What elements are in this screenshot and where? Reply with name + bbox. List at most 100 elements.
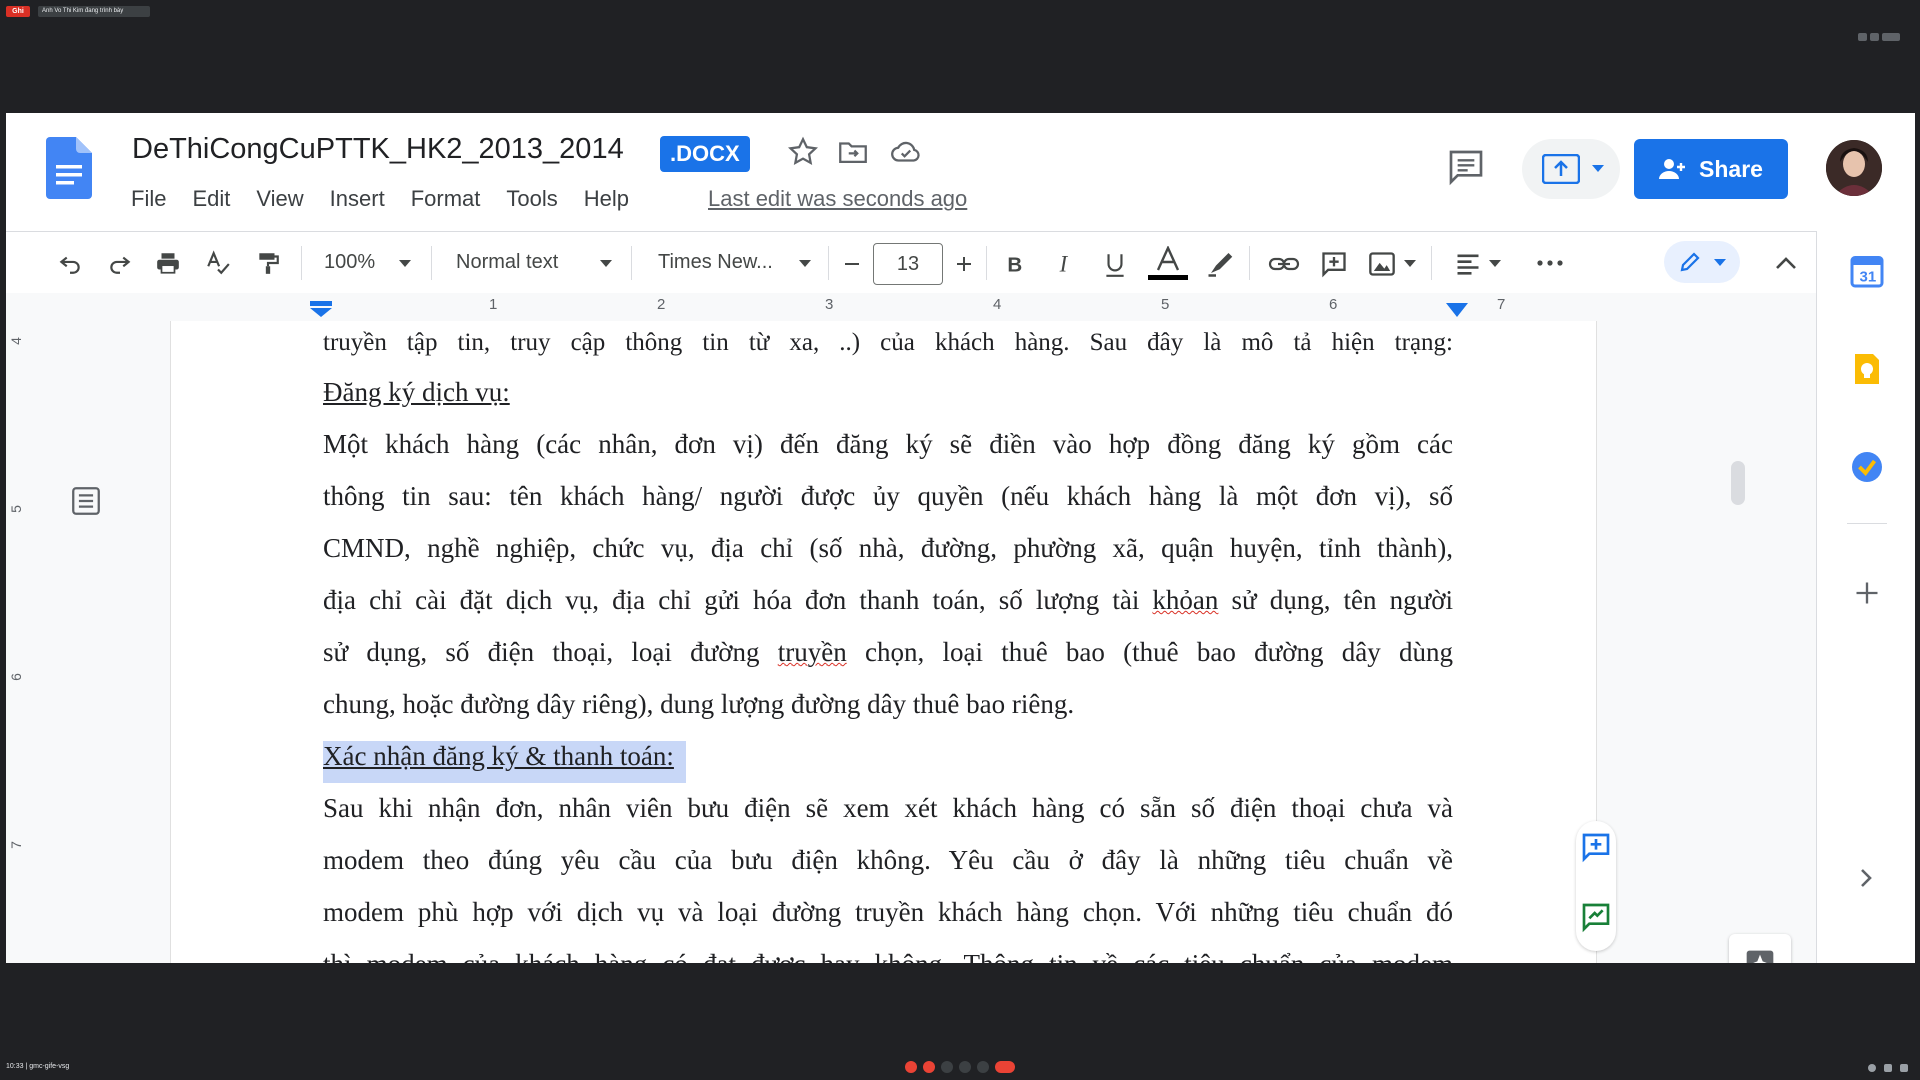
present-screen-icon[interactable] — [959, 1061, 971, 1073]
spellcheck-icon[interactable] — [204, 250, 232, 276]
font-select[interactable]: Times New... — [658, 251, 773, 274]
toolbar-separator — [1431, 246, 1432, 280]
menu-format[interactable]: Format — [411, 186, 481, 216]
paragraph-line[interactable]: modem theo đúng yêu cầu của bưu điện khô… — [323, 845, 1453, 876]
highlight-color-icon[interactable] — [1206, 248, 1236, 278]
italic-icon[interactable]: I — [1052, 251, 1078, 277]
keep-icon[interactable] — [1849, 351, 1885, 387]
paragraph-line[interactable]: địa chỉ cài đặt dịch vụ, địa chỉ gửi hóa… — [323, 585, 1453, 616]
vertical-ruler[interactable]: 4 5 6 7 — [6, 321, 37, 963]
user-avatar[interactable] — [1826, 140, 1882, 196]
explore-button[interactable] — [1729, 934, 1791, 963]
redo-icon[interactable] — [106, 250, 134, 276]
font-size-input[interactable]: 13 — [873, 243, 943, 285]
font-chevron-down-icon[interactable] — [799, 260, 811, 268]
paragraph-line[interactable]: sử dụng, số điện thoại, loại đường truyề… — [323, 637, 1453, 668]
image-chevron-down-icon[interactable] — [1404, 260, 1416, 268]
undo-icon[interactable] — [56, 250, 84, 276]
underline-icon[interactable] — [1102, 251, 1128, 279]
print-icon[interactable] — [154, 250, 182, 276]
chevron-down-icon — [1592, 165, 1604, 172]
zoom-chevron-down-icon[interactable] — [399, 260, 411, 268]
share-button[interactable]: Share — [1634, 139, 1788, 199]
more-options-icon[interactable] — [1536, 256, 1564, 270]
side-panel-divider — [1847, 523, 1887, 524]
horizontal-ruler[interactable]: 1 2 3 4 5 6 7 — [6, 293, 1816, 322]
document-title[interactable]: DeThiCongCuPTTK_HK2_2013_2014 — [132, 133, 624, 166]
paragraph-line[interactable]: truyền tập tin, truy cập thông tin từ xa… — [323, 329, 1453, 357]
paragraph-line[interactable]: chung, hoặc đường dây riêng), dung lượng… — [323, 689, 1453, 720]
chevron-up-icon[interactable] — [1774, 254, 1798, 272]
move-folder-icon[interactable] — [836, 135, 870, 169]
last-edit-link[interactable]: Last edit was seconds ago — [708, 186, 967, 212]
cloud-status-icon[interactable] — [889, 135, 923, 169]
suggest-edits-icon[interactable] — [1580, 901, 1612, 933]
ruler-number: 3 — [825, 296, 834, 313]
paragraph-line[interactable]: CMND, nghề nghiệp, chức vụ, địa chỉ (số … — [323, 533, 1453, 564]
paint-format-icon[interactable] — [254, 250, 282, 276]
docs-logo-icon[interactable] — [46, 137, 92, 199]
zoom-select[interactable]: 100% — [324, 251, 375, 274]
pencil-icon — [1680, 252, 1700, 272]
section-heading-selected[interactable]: Xác nhận đăng ký & thanh toán: — [323, 741, 1453, 783]
menu-help[interactable]: Help — [584, 186, 629, 216]
bold-icon[interactable]: B — [1002, 251, 1028, 277]
avatar-photo — [1826, 140, 1882, 196]
text-color-icon[interactable] — [1148, 246, 1188, 282]
style-chevron-down-icon[interactable] — [600, 260, 612, 268]
ruler-number: 5 — [1161, 296, 1170, 313]
chevron-right-icon[interactable] — [1857, 866, 1875, 890]
menu-view[interactable]: View — [256, 186, 303, 216]
presenter-tab[interactable]: Anh Vo Thi Kim đang trình bày — [38, 6, 150, 17]
decrease-font-size-icon[interactable] — [842, 254, 862, 274]
meeting-mini-controls[interactable] — [1858, 33, 1908, 41]
toolbar-separator — [828, 246, 829, 280]
right-indent-marker-icon[interactable] — [1446, 303, 1468, 317]
present-button[interactable] — [1522, 139, 1620, 199]
insert-image-icon[interactable] — [1368, 250, 1396, 278]
info-icon[interactable] — [1868, 1064, 1876, 1072]
document-page[interactable]: truyền tập tin, truy cập thông tin từ xa… — [171, 321, 1596, 963]
raise-hand-icon[interactable] — [941, 1061, 953, 1073]
align-chevron-down-icon[interactable] — [1489, 260, 1501, 268]
paragraph-style-select[interactable]: Normal text — [456, 251, 558, 274]
comment-history-icon[interactable] — [1446, 147, 1486, 187]
toolbar-separator — [986, 246, 987, 280]
misspelled-word[interactable]: khỏan — [1152, 585, 1218, 615]
camera-off-icon[interactable] — [923, 1061, 935, 1073]
menu-insert[interactable]: Insert — [330, 186, 385, 216]
docx-badge: .DOCX — [660, 136, 750, 172]
svg-text:31: 31 — [1860, 269, 1877, 286]
people-icon[interactable] — [1884, 1064, 1892, 1072]
editing-mode-button[interactable] — [1664, 241, 1740, 283]
paragraph-line[interactable]: Sau khi nhận đơn, nhân viên bưu điện sẽ … — [323, 793, 1453, 824]
more-options-meeting-icon[interactable] — [977, 1061, 989, 1073]
svg-text:I: I — [1059, 252, 1069, 277]
menu-file[interactable]: File — [131, 186, 166, 216]
add-comment-float-icon[interactable] — [1580, 831, 1612, 863]
star-icon[interactable] — [786, 135, 820, 169]
paragraph-line[interactable]: Một khách hàng (các nhân, đơn vị) đến đă… — [323, 429, 1453, 460]
add-addon-icon[interactable] — [1853, 579, 1881, 607]
misspelled-word[interactable]: truyền — [778, 637, 847, 667]
left-indent-marker-icon[interactable] — [310, 301, 332, 317]
section-heading[interactable]: Đăng ký dịch vụ: — [323, 377, 1453, 408]
text-run: chọn, loại thuê bao (thuê bao đường dây … — [846, 637, 1453, 667]
leave-call-icon[interactable] — [995, 1061, 1015, 1073]
mic-off-icon[interactable] — [905, 1061, 917, 1073]
increase-font-size-icon[interactable] — [954, 254, 974, 274]
insert-link-icon[interactable] — [1268, 250, 1300, 278]
calendar-icon[interactable]: 31 — [1849, 253, 1885, 289]
add-comment-icon[interactable] — [1320, 250, 1348, 278]
paragraph-line[interactable]: thì modem của khách hàng có đạt được hay… — [323, 949, 1453, 963]
tasks-icon[interactable] — [1849, 449, 1885, 485]
paragraph-line[interactable]: thông tin sau: tên khách hàng/ người đượ… — [323, 481, 1453, 512]
document-canvas[interactable]: truyền tập tin, truy cập thông tin từ xa… — [36, 321, 1816, 963]
paragraph-line[interactable]: modem phù hợp với dịch vụ và loại đường … — [323, 897, 1453, 928]
document-outline-icon[interactable] — [69, 484, 103, 518]
menu-edit[interactable]: Edit — [192, 186, 230, 216]
align-left-icon[interactable] — [1454, 250, 1482, 278]
scrollbar-thumb[interactable] — [1731, 461, 1745, 505]
menu-tools[interactable]: Tools — [506, 186, 557, 216]
chat-icon[interactable] — [1900, 1064, 1908, 1072]
